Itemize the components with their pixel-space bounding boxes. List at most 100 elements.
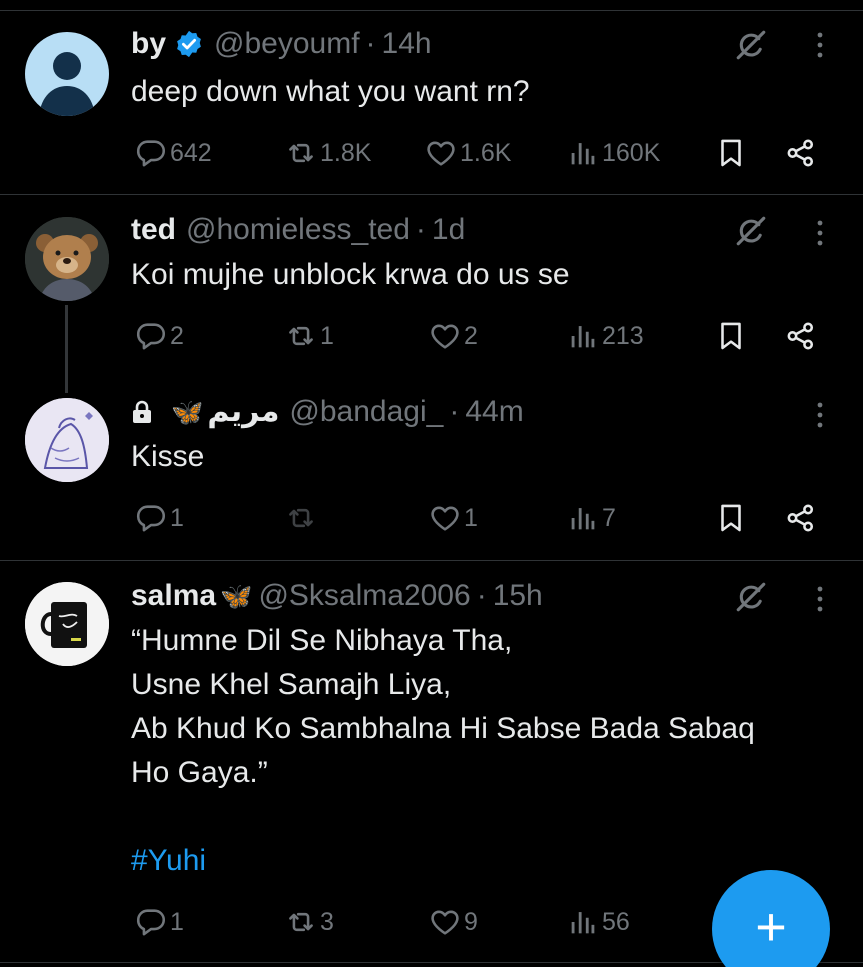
views-icon bbox=[566, 905, 600, 939]
views-button[interactable]: 213 bbox=[566, 316, 644, 356]
like-count: 2 bbox=[464, 321, 478, 350]
reply-count: 1 bbox=[170, 907, 184, 936]
like-count: 1 bbox=[464, 503, 478, 532]
tweet-text-line: Usne Khel Samajh Liya, bbox=[131, 668, 452, 701]
like-button[interactable]: 1 bbox=[428, 498, 478, 538]
views-button[interactable]: 56 bbox=[566, 902, 630, 942]
tweet-header: ted @homieless_ted · 1d bbox=[131, 212, 465, 248]
tweet-text: deep down what you want rn? bbox=[131, 70, 530, 114]
more-icon[interactable] bbox=[808, 28, 832, 62]
repost-icon bbox=[284, 905, 318, 939]
tweet-1[interactable]: by @beyoumf · 14h deep down what you wan… bbox=[0, 0, 863, 194]
tweet-text-line: deep down what you want rn? bbox=[131, 75, 530, 108]
like-button[interactable]: 9 bbox=[428, 902, 478, 942]
handle[interactable]: @homieless_ted bbox=[186, 212, 410, 248]
display-name[interactable]: مريم bbox=[207, 394, 279, 430]
verified-badge-icon bbox=[177, 30, 201, 58]
like-count: 9 bbox=[464, 907, 478, 936]
sketch-avatar-icon bbox=[25, 398, 109, 482]
repost-icon bbox=[284, 501, 318, 535]
timestamp[interactable]: 1d bbox=[432, 212, 465, 248]
share-icon[interactable] bbox=[784, 319, 818, 353]
reply-count: 1 bbox=[170, 503, 184, 532]
repost-count: 1.8K bbox=[320, 138, 372, 167]
hashtag-link[interactable]: #Yuhi bbox=[131, 839, 755, 883]
timestamp[interactable]: 15h bbox=[493, 578, 543, 614]
tweet-text: Koi mujhe unblock krwa do us se bbox=[131, 253, 570, 297]
reply-count: 2 bbox=[170, 321, 184, 350]
tweet-header: 🦋 مريم @bandagi_ · 44m bbox=[131, 394, 524, 430]
handle[interactable]: @beyoumf bbox=[214, 26, 360, 62]
tweet-text-line: Ho Gaya.” bbox=[131, 756, 268, 789]
display-name[interactable]: by bbox=[131, 26, 166, 62]
share-icon[interactable] bbox=[784, 136, 818, 170]
repost-button[interactable]: 3 bbox=[284, 902, 334, 942]
repost-count: 1 bbox=[320, 321, 334, 350]
reply-icon bbox=[134, 905, 168, 939]
view-count: 213 bbox=[602, 321, 644, 350]
like-icon bbox=[428, 319, 462, 353]
timestamp[interactable]: 14h bbox=[382, 26, 432, 62]
action-bar: 2 1 2 213 bbox=[0, 316, 863, 356]
views-icon bbox=[566, 501, 600, 535]
butterfly-emoji: 🦋 bbox=[171, 397, 204, 427]
display-name[interactable]: ted bbox=[131, 212, 176, 248]
action-bar: 1 1 7 bbox=[0, 498, 863, 538]
bookmark-icon[interactable] bbox=[714, 501, 748, 535]
bookmark-icon[interactable] bbox=[714, 136, 748, 170]
more-icon[interactable] bbox=[808, 216, 832, 250]
view-count: 7 bbox=[602, 503, 616, 532]
reply-button[interactable]: 1 bbox=[134, 498, 184, 538]
share-icon[interactable] bbox=[784, 501, 818, 535]
avatar[interactable] bbox=[25, 582, 109, 666]
repost-button[interactable]: 1 bbox=[284, 316, 334, 356]
like-button[interactable]: 2 bbox=[428, 316, 478, 356]
separator: · bbox=[476, 579, 487, 612]
display-name[interactable]: salma bbox=[131, 578, 216, 614]
repost-icon bbox=[284, 136, 318, 170]
tweet-text-line: Kisse bbox=[131, 440, 205, 473]
timestamp[interactable]: 44m bbox=[465, 394, 523, 430]
separator: · bbox=[365, 27, 376, 60]
avatar[interactable] bbox=[25, 217, 109, 301]
reply-button[interactable]: 1 bbox=[134, 902, 184, 942]
tweet-2[interactable]: ted @homieless_ted · 1d Koi mujhe unbloc… bbox=[0, 195, 863, 560]
like-count: 1.6K bbox=[460, 138, 512, 167]
grok-icon[interactable] bbox=[734, 28, 768, 62]
reply-icon bbox=[134, 319, 168, 353]
views-button[interactable]: 160K bbox=[566, 133, 660, 173]
like-button[interactable]: 1.6K bbox=[424, 133, 511, 173]
like-icon bbox=[424, 136, 458, 170]
reply-button[interactable]: 642 bbox=[134, 133, 212, 173]
separator: · bbox=[449, 395, 460, 428]
reply-button[interactable]: 2 bbox=[134, 316, 184, 356]
action-bar: 642 1.8K 1.6K 160K bbox=[0, 133, 863, 173]
views-icon bbox=[566, 136, 600, 170]
handle[interactable]: @Sksalma2006 bbox=[258, 578, 470, 614]
tweet-text-line: “Humne Dil Se Nibhaya Tha, bbox=[131, 624, 513, 657]
butterfly-emoji: 🦋 bbox=[220, 581, 253, 611]
view-count: 160K bbox=[602, 138, 661, 167]
default-avatar-icon bbox=[39, 52, 95, 116]
repost-button[interactable]: 1.8K bbox=[284, 133, 371, 173]
repost-button[interactable] bbox=[284, 498, 320, 538]
avatar[interactable] bbox=[25, 32, 109, 116]
more-icon[interactable] bbox=[808, 582, 832, 616]
bear-avatar-icon bbox=[25, 217, 109, 301]
views-button[interactable]: 7 bbox=[566, 498, 616, 538]
tweet-header: salma 🦋 @Sksalma2006 · 15h bbox=[131, 578, 543, 614]
reply-count: 642 bbox=[170, 138, 212, 167]
like-icon bbox=[428, 905, 462, 939]
tweet-header: by @beyoumf · 14h bbox=[131, 26, 432, 62]
plus-icon: + bbox=[755, 897, 787, 957]
reply-icon bbox=[134, 501, 168, 535]
separator: · bbox=[415, 213, 426, 246]
handle[interactable]: @bandagi_ bbox=[289, 394, 443, 430]
bookmark-icon[interactable] bbox=[714, 319, 748, 353]
more-icon[interactable] bbox=[808, 398, 832, 432]
grok-icon[interactable] bbox=[734, 580, 768, 614]
avatar[interactable] bbox=[25, 398, 109, 482]
tweet-text: Kisse bbox=[131, 435, 204, 479]
grok-icon[interactable] bbox=[734, 214, 768, 248]
